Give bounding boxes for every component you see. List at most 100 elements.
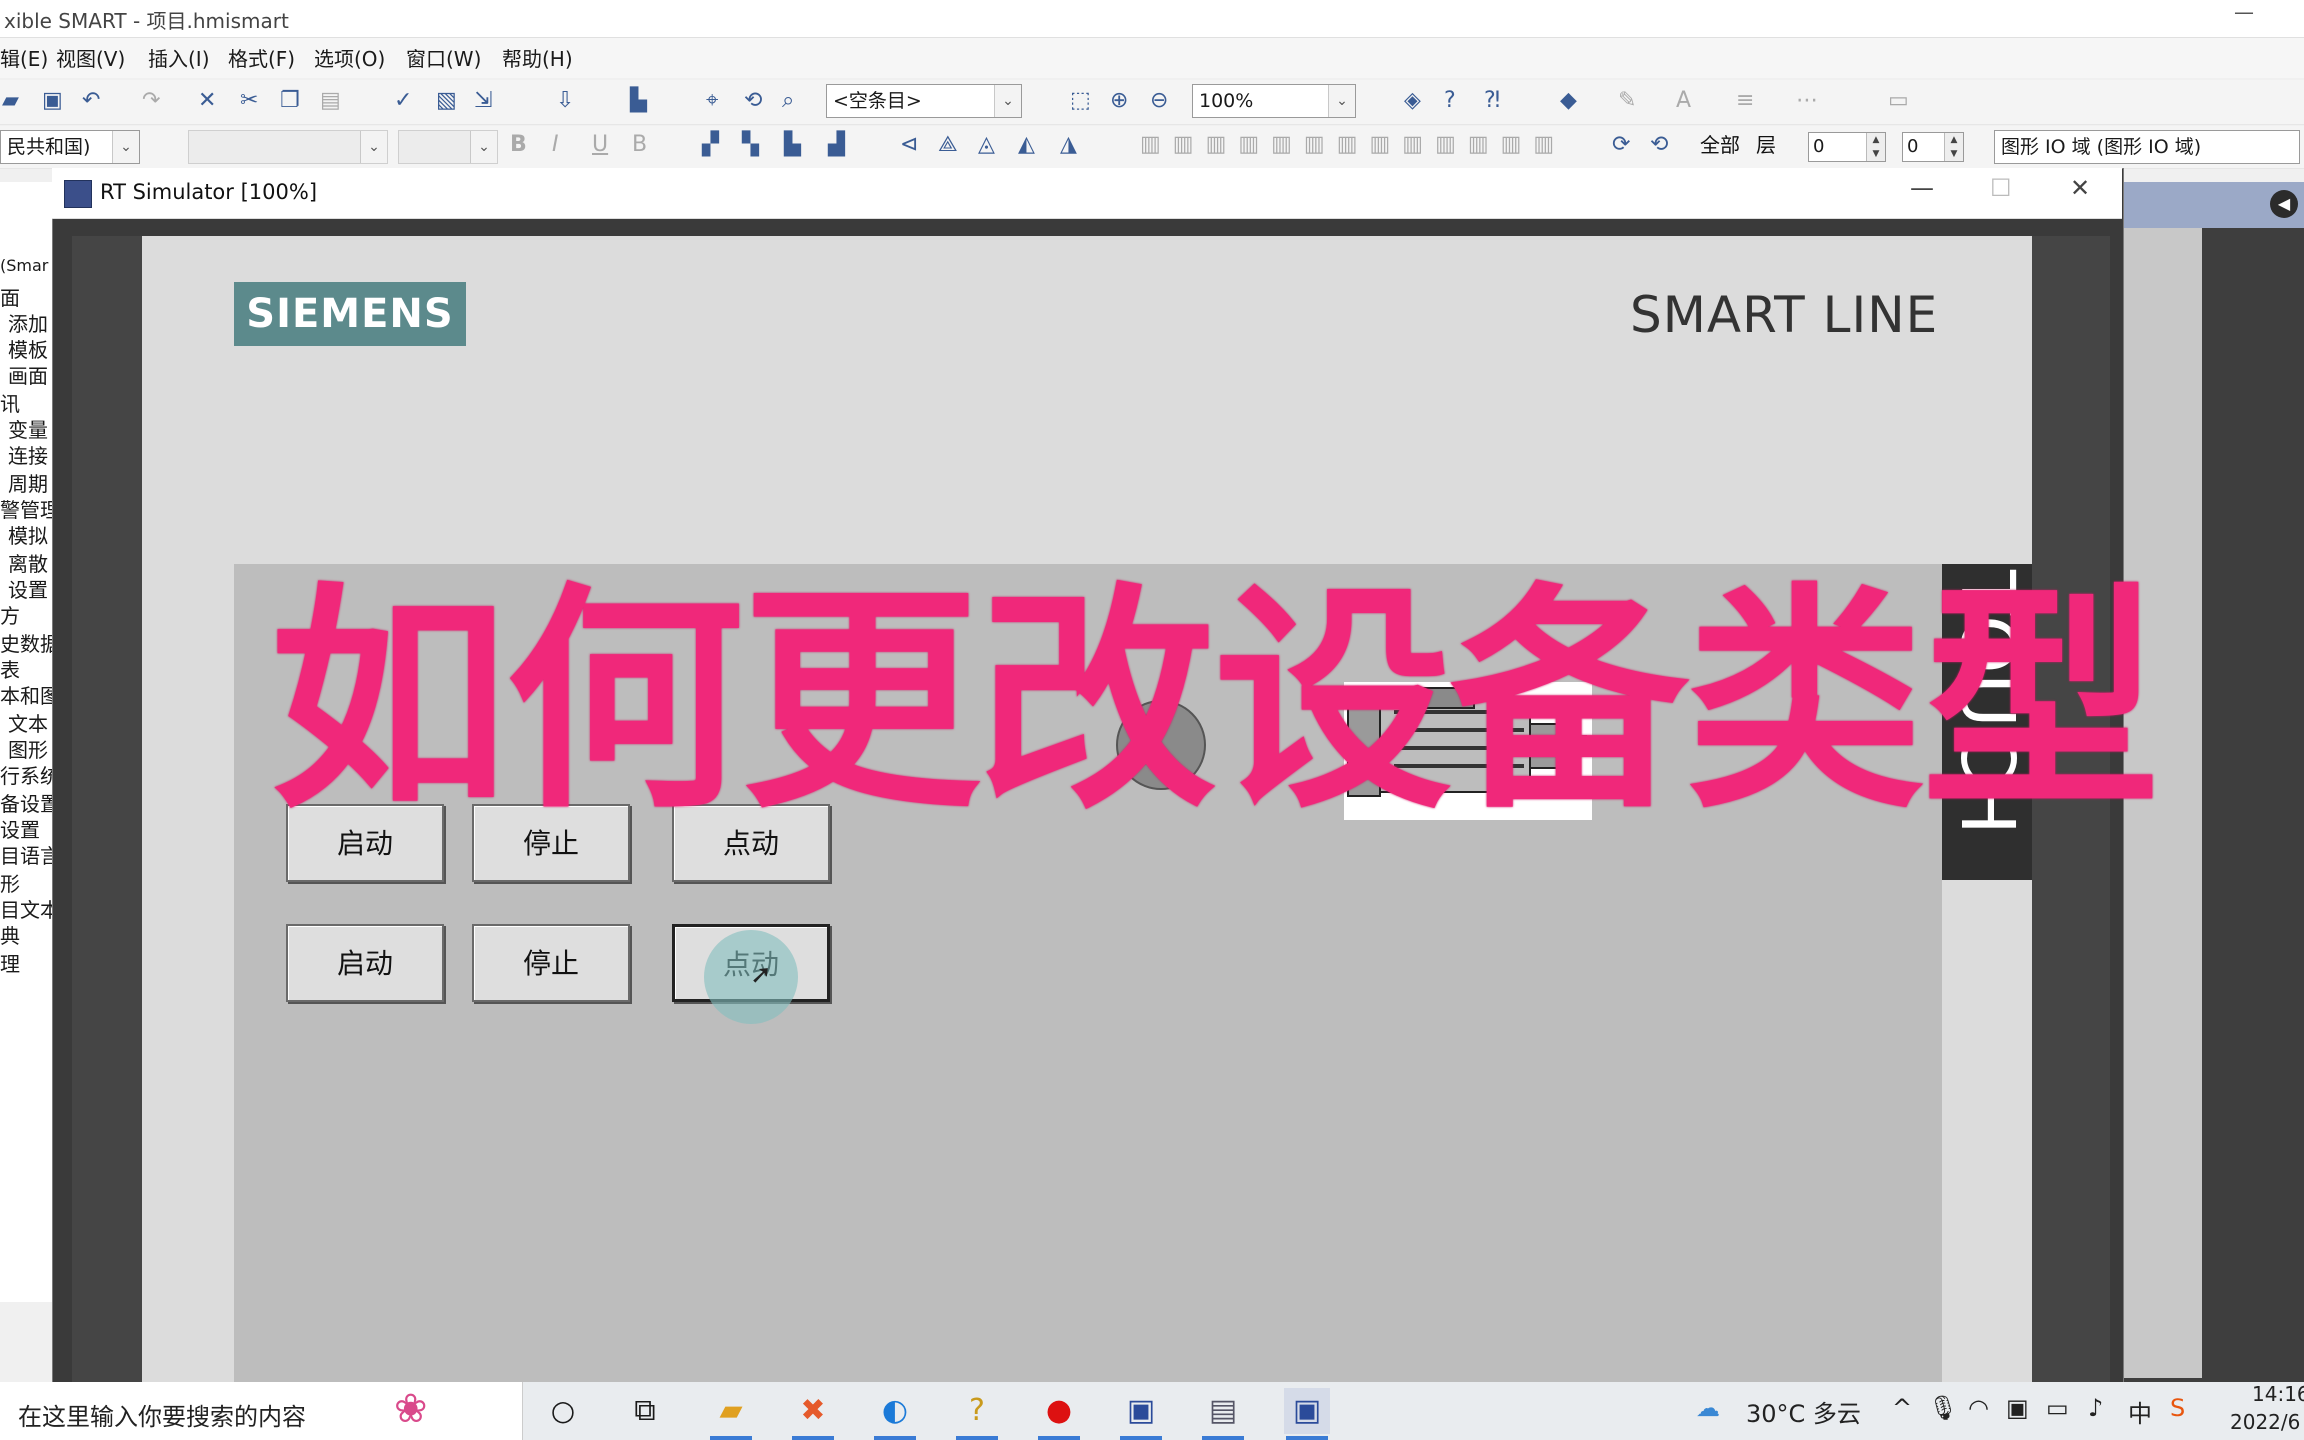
remove-from-group-icon[interactable]: ▟ bbox=[828, 130, 845, 160]
runtime-icon[interactable]: ▙ bbox=[630, 86, 647, 116]
chevron-down-icon[interactable]: ⌄ bbox=[360, 131, 387, 163]
tree-item[interactable]: 图形 bbox=[8, 734, 48, 763]
zoom-in-icon[interactable]: ⊕ bbox=[1110, 86, 1128, 116]
tree-item[interactable]: 表 bbox=[0, 654, 20, 683]
weather-icon[interactable]: ☁ bbox=[1696, 1394, 1720, 1422]
rotate-left-icon[interactable]: ⊲ bbox=[900, 130, 918, 160]
check-icon[interactable]: ✓ bbox=[394, 86, 412, 116]
clock-date[interactable]: 2022/6 bbox=[2230, 1410, 2300, 1434]
tree-item[interactable]: (Smar bbox=[0, 256, 48, 275]
edge-browser-icon[interactable]: ◐ bbox=[872, 1388, 918, 1440]
clock-time[interactable]: 14:16 bbox=[2252, 1382, 2304, 1406]
cross-reference-icon[interactable]: ⌕ bbox=[782, 86, 794, 116]
window-app-icon[interactable]: ▤ bbox=[1200, 1388, 1246, 1440]
screen-recorder-icon[interactable]: ● bbox=[1036, 1388, 1082, 1440]
underline-icon[interactable]: U bbox=[592, 130, 608, 160]
microphone-icon[interactable]: 🎙 bbox=[1928, 1394, 1958, 1422]
collapse-left-icon[interactable]: ◀ bbox=[2270, 190, 2298, 218]
layer-menu[interactable]: 层 bbox=[1756, 130, 1776, 160]
tree-item[interactable]: 行系统 bbox=[0, 760, 52, 789]
tree-item[interactable]: 目文本 bbox=[0, 894, 52, 923]
delete-icon[interactable]: ✕ bbox=[198, 86, 216, 116]
line-width-icon[interactable]: ≡ bbox=[1736, 86, 1754, 116]
wincc-flexible-rt-icon[interactable]: ▣ bbox=[1284, 1388, 1330, 1440]
tree-item[interactable]: 形 bbox=[0, 868, 20, 897]
window-layout-icon[interactable]: ▭ bbox=[1888, 86, 1909, 116]
cortana-icon[interactable]: ○ bbox=[540, 1388, 586, 1434]
object-combo[interactable]: <空条目> ⌄ bbox=[826, 84, 1022, 118]
transfer-icon[interactable]: ⇲ bbox=[474, 86, 492, 116]
tree-item[interactable]: 文本 bbox=[8, 708, 48, 737]
start-button-2[interactable]: 启动 bbox=[286, 924, 444, 1002]
weather-text[interactable]: 30°C 多云 bbox=[1746, 1394, 1861, 1429]
tree-item[interactable]: 本和图 bbox=[0, 680, 52, 709]
menu-edit[interactable]: 辑(E) bbox=[0, 43, 48, 72]
tree-item[interactable]: 理 bbox=[0, 948, 20, 977]
tree-item[interactable]: 变量 bbox=[8, 414, 48, 443]
tree-item[interactable]: 设置 bbox=[8, 574, 48, 603]
tree-item[interactable]: 画面 bbox=[8, 360, 48, 389]
add-to-group-icon[interactable]: ▙ bbox=[784, 130, 801, 160]
tree-item[interactable]: 备设置 bbox=[0, 788, 52, 817]
download-icon[interactable]: ⇩ bbox=[556, 86, 574, 116]
layer-all-icon[interactable]: ⟲ bbox=[1650, 130, 1668, 160]
chevron-down-icon[interactable]: ⌄ bbox=[994, 85, 1021, 117]
open-icon[interactable]: ▰ bbox=[2, 86, 19, 116]
redo-icon[interactable]: ↷ bbox=[142, 86, 160, 116]
tree-item[interactable]: 模板 bbox=[8, 334, 48, 363]
menu-help[interactable]: 帮助(H) bbox=[502, 43, 573, 72]
tree-item[interactable]: 方 bbox=[0, 600, 20, 629]
tree-item[interactable]: 离散 bbox=[8, 548, 48, 577]
chevron-down-icon[interactable]: ⌄ bbox=[470, 131, 497, 163]
simulator-close-button[interactable]: ✕ bbox=[2070, 174, 2090, 202]
xmind-icon[interactable]: ✖ bbox=[790, 1388, 836, 1440]
compile-icon[interactable]: ▧ bbox=[436, 86, 457, 116]
strikethrough-icon[interactable]: B bbox=[632, 130, 647, 160]
chevron-down-icon[interactable]: ⌄ bbox=[1328, 85, 1355, 117]
app-minimize-button[interactable]: — bbox=[2234, 0, 2254, 24]
flip-icon[interactable]: ⟁ bbox=[938, 130, 958, 160]
save-icon[interactable]: ▣ bbox=[42, 86, 63, 116]
file-explorer-icon[interactable]: ▰ bbox=[708, 1388, 754, 1440]
menu-insert[interactable]: 插入(I) bbox=[148, 43, 210, 72]
undo-icon[interactable]: ↶ bbox=[82, 86, 100, 116]
tree-item[interactable]: 周期 bbox=[8, 468, 48, 497]
rotate-icon[interactable]: ◬ bbox=[978, 130, 995, 160]
group-icon[interactable]: ▞ bbox=[702, 130, 719, 160]
tree-item[interactable]: 面 bbox=[0, 282, 20, 311]
simulator-maximize-button[interactable]: ☐ bbox=[1990, 174, 2012, 202]
bold-icon[interactable]: B bbox=[510, 130, 527, 160]
show-hidden-icons-icon[interactable]: ^ bbox=[1892, 1394, 1912, 1422]
chevron-down-icon[interactable]: ⌄ bbox=[112, 131, 139, 163]
replace-icon[interactable]: ⟲ bbox=[744, 86, 762, 116]
line-color-icon[interactable]: ✎ bbox=[1618, 86, 1636, 116]
tree-item[interactable]: 连接 bbox=[8, 440, 48, 469]
tree-item[interactable]: 目语言 bbox=[0, 840, 52, 869]
tree-item[interactable]: 添加 bbox=[8, 308, 48, 337]
tree-item[interactable]: 典 bbox=[0, 920, 20, 949]
tree-item[interactable]: 讯 bbox=[0, 388, 20, 417]
menu-window[interactable]: 窗口(W) bbox=[406, 43, 481, 72]
context-help-icon[interactable]: ⁈ bbox=[1484, 86, 1500, 116]
mirror-vertical-icon[interactable]: ◮ bbox=[1060, 130, 1077, 160]
zoom-area-icon[interactable]: ⬚ bbox=[1070, 86, 1091, 116]
network-icon[interactable]: ◠ bbox=[1968, 1394, 1989, 1422]
menu-format[interactable]: 格式(F) bbox=[228, 43, 295, 72]
font-color-icon[interactable]: A bbox=[1676, 86, 1691, 116]
spin-arrows-icon[interactable]: ▲ ▼ bbox=[1944, 133, 1963, 161]
menu-view[interactable]: 视图(V) bbox=[56, 43, 125, 72]
display-icon[interactable]: ▣ bbox=[2006, 1394, 2029, 1422]
library-icon[interactable]: ◈ bbox=[1404, 86, 1421, 116]
simulator-minimize-button[interactable]: — bbox=[1910, 174, 1934, 202]
help-icon[interactable]: ? bbox=[1444, 86, 1456, 116]
menu-options[interactable]: 选项(O) bbox=[314, 43, 385, 72]
spin-arrows-icon[interactable]: ▲ ▼ bbox=[1866, 133, 1885, 161]
sogou-ime-icon[interactable]: S bbox=[2170, 1394, 2185, 1422]
mirror-icon[interactable]: ◭ bbox=[1018, 130, 1035, 160]
task-view-icon[interactable]: ⧉ bbox=[622, 1388, 668, 1434]
layer-all-label[interactable]: 全部 bbox=[1700, 130, 1740, 160]
paste-icon[interactable]: ▤ bbox=[320, 86, 341, 116]
ime-indicator[interactable]: 中 bbox=[2128, 1394, 2152, 1429]
taskbar-search-box[interactable]: 在这里输入你要搜索的内容 ❀ bbox=[0, 1382, 523, 1440]
ungroup-icon[interactable]: ▚ bbox=[742, 130, 759, 160]
